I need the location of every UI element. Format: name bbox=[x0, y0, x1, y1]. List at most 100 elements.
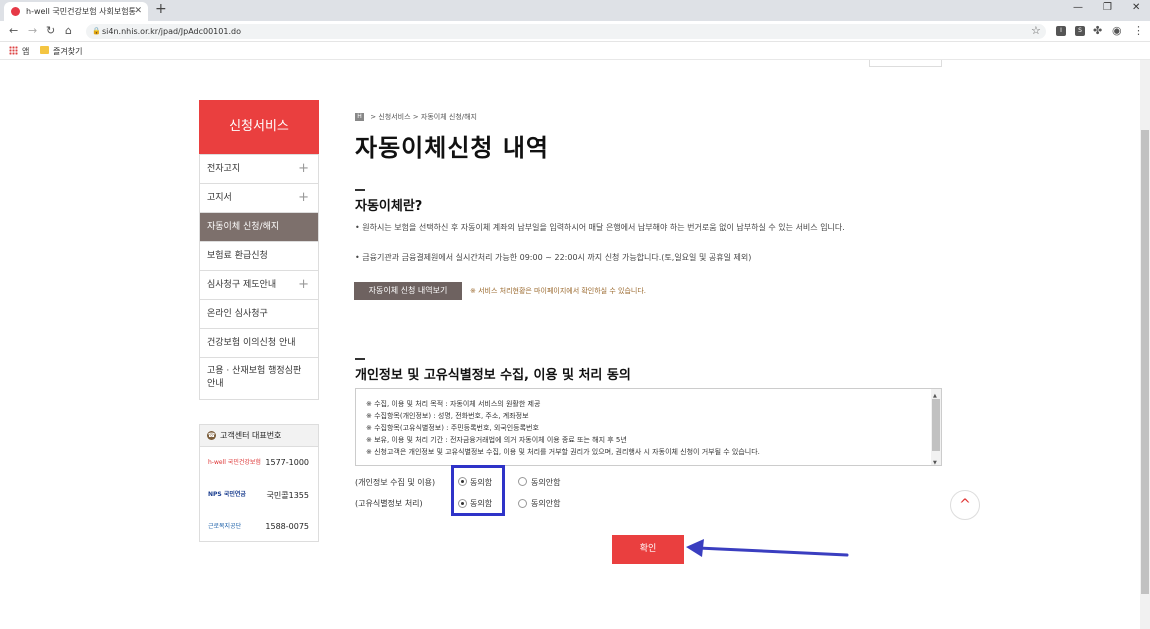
maximize-icon[interactable]: ❐ bbox=[1103, 2, 1112, 13]
bookmark-star-icon[interactable]: ☆ bbox=[1031, 24, 1041, 37]
scroll-top-button[interactable]: ^ bbox=[950, 490, 980, 520]
browser-tab-strip: h-well 국민건강보험 사회보험통 ✕ + — ❐ ✕ bbox=[0, 0, 1150, 21]
extension-s-icon[interactable]: S bbox=[1075, 26, 1085, 36]
back-icon[interactable]: ← bbox=[9, 24, 18, 37]
breadcrumb: H > 신청서비스 > 자동이체 신청/해지 bbox=[355, 112, 477, 122]
sidebar-header: 신청서비스 bbox=[199, 100, 319, 154]
bookmark-favorites[interactable]: 즐겨찾기 bbox=[53, 46, 82, 57]
comwel-logo: 근로복지공단 bbox=[208, 523, 242, 530]
consent-line: ※ 수집항목(개인정보) : 성명, 전화번호, 주소, 계좌정보 bbox=[366, 412, 529, 420]
page-scroll-thumb[interactable] bbox=[1141, 130, 1149, 594]
puzzle-icon[interactable]: ✤ bbox=[1093, 24, 1102, 37]
sidebar-item-admin-appeal[interactable]: 고용 · 산재보험 행정심판 안내 bbox=[200, 357, 318, 399]
breadcrumb-sep: > bbox=[412, 113, 419, 121]
customer-row-nps: NPS 국민연금 국민콜1355 bbox=[200, 479, 318, 511]
section-divider bbox=[355, 358, 365, 360]
consent-line: ※ 보유, 이용 및 처리 기간 : 전자금융거래법에 의거 자동이체 이용 종… bbox=[366, 436, 627, 444]
home-icon[interactable]: ⌂ bbox=[65, 24, 72, 37]
breadcrumb-item[interactable]: 자동이체 신청/해지 bbox=[421, 113, 477, 121]
menu-kebab-icon[interactable]: ⋮ bbox=[1133, 24, 1144, 37]
extension-i-icon[interactable]: I bbox=[1056, 26, 1066, 36]
sidebar-item-auto-transfer[interactable]: 자동이체 신청/해지 bbox=[200, 212, 318, 241]
customer-center-title: ☎ 고객센터 대표번호 bbox=[200, 425, 318, 447]
phone-number: 1588-0075 bbox=[265, 522, 309, 531]
radio-label[interactable]: 동의안함 bbox=[531, 477, 560, 488]
customer-center-box: ☎ 고객센터 대표번호 h-well 국민건강보험 1577-1000 NPS … bbox=[199, 424, 319, 542]
radio-label[interactable]: 동의안함 bbox=[531, 498, 560, 509]
consent-line: ※ 수집, 이용 및 처리 목적 : 자동이체 서비스의 원활한 제공 bbox=[366, 400, 541, 408]
consent-line: ※ 신청고객은 개인정보 및 고유식별정보 수집, 이용 및 처리를 거부할 권… bbox=[366, 448, 760, 456]
info-bullet: • 원하시는 보험을 선택하신 후 자동이체 계좌의 납부일을 입력하시어 매달… bbox=[355, 223, 845, 232]
customer-row-nhis: h-well 국민건강보험 1577-1000 bbox=[200, 447, 318, 479]
phone-number: 국민콜1355 bbox=[266, 491, 309, 500]
section-divider bbox=[355, 189, 365, 191]
url-input[interactable]: 🔒 si4n.nhis.or.kr/jpad/JpAdc00101.do bbox=[86, 24, 1046, 39]
plus-icon[interactable]: + bbox=[298, 184, 309, 212]
phone-icon: ☎ bbox=[207, 431, 216, 440]
page-viewport: 신청서비스 전자고지 + 고지서 + 자동이체 신청/해지 보험료 환급신청 심사청… bbox=[0, 60, 1140, 629]
service-note: ※ 서비스 처리현황은 마이페이지에서 확인하실 수 있습니다. bbox=[470, 287, 647, 295]
tab-title: h-well 국민건강보험 사회보험통 bbox=[26, 7, 136, 16]
sidebar-item-label: 고지서 bbox=[207, 193, 232, 203]
sidebar-item-label: 전자고지 bbox=[207, 164, 241, 174]
info-bullet: • 금융기관과 금융결제원에서 실시간처리 가능한 09:00 ~ 22:00시… bbox=[355, 253, 752, 262]
annotation-arrow-icon bbox=[686, 539, 849, 557]
nhis-logo: h-well 국민건강보험 bbox=[208, 459, 261, 466]
forward-icon[interactable]: → bbox=[28, 24, 37, 37]
bookmark-apps[interactable]: 앱 bbox=[22, 46, 29, 57]
scroll-down-icon[interactable]: ▼ bbox=[933, 457, 937, 465]
plus-icon[interactable]: + bbox=[298, 271, 309, 299]
highlight-box-annotation bbox=[451, 465, 505, 516]
sidebar-item-online-review[interactable]: 온라인 심사청구 bbox=[200, 299, 318, 328]
page-scrollbar[interactable] bbox=[1140, 60, 1150, 629]
sidebar-item-review-guide[interactable]: 심사청구 제도안내 + bbox=[200, 270, 318, 299]
consent-textarea[interactable]: ※ 수집, 이용 및 처리 목적 : 자동이체 서비스의 원활한 제공 ※ 수집… bbox=[355, 388, 942, 466]
tab-close-icon[interactable]: ✕ bbox=[134, 2, 142, 21]
profile-icon[interactable]: ◉ bbox=[1112, 24, 1122, 37]
home-icon[interactable]: H bbox=[355, 113, 364, 121]
breadcrumb-sep: > bbox=[370, 113, 377, 121]
consent-label-personal: (개인정보 수집 및 이용) bbox=[355, 478, 436, 487]
sidebar-item-refund[interactable]: 보험료 환급신청 bbox=[200, 241, 318, 270]
radio-unique-disagree[interactable] bbox=[518, 499, 527, 508]
minimize-icon[interactable]: — bbox=[1073, 2, 1083, 13]
sidebar-item-label: 건강보험 이의신청 안내 bbox=[207, 338, 296, 348]
plus-icon[interactable]: + bbox=[298, 155, 309, 183]
browser-tab[interactable]: h-well 국민건강보험 사회보험통 ✕ bbox=[4, 2, 148, 21]
header-remnant bbox=[869, 60, 942, 67]
section-title-consent: 개인정보 및 고유식별정보 수집, 이용 및 처리 동의 bbox=[355, 368, 631, 383]
breadcrumb-item[interactable]: 신청서비스 bbox=[378, 113, 410, 121]
bookmarks-bar: 앱 즐겨찾기 bbox=[0, 42, 1150, 60]
consent-line: ※ 수집항목(고유식별정보) : 주민등록번호, 외국인등록번호 bbox=[366, 424, 539, 432]
sidebar-item-e-notice[interactable]: 전자고지 + bbox=[200, 154, 318, 183]
apps-grid-icon[interactable] bbox=[9, 46, 18, 55]
view-history-button[interactable]: 자동이체 신청 내역보기 bbox=[354, 282, 462, 300]
url-text: si4n.nhis.or.kr/jpad/JpAdc00101.do bbox=[102, 27, 241, 36]
radio-personal-disagree[interactable] bbox=[518, 477, 527, 486]
site-favicon-icon bbox=[11, 7, 20, 16]
section-title-auto-transfer: 자동이체란? bbox=[355, 199, 423, 214]
sidebar-item-label: 자동이체 신청/해지 bbox=[207, 222, 280, 232]
consent-scrollbar[interactable]: ▲ ▼ bbox=[931, 389, 941, 465]
customer-row-comwel: 근로복지공단 1588-0075 bbox=[200, 511, 318, 543]
confirm-button[interactable]: 확인 bbox=[612, 535, 684, 564]
sidebar-item-objection[interactable]: 건강보험 이의신청 안내 bbox=[200, 328, 318, 357]
sidebar-item-label: 보험료 환급신청 bbox=[207, 251, 268, 261]
phone-number: 1577-1000 bbox=[265, 458, 309, 467]
new-tab-button[interactable]: + bbox=[155, 1, 167, 17]
sidebar-item-label: 고용 · 산재보험 행정심판 안내 bbox=[207, 366, 302, 389]
nps-logo: NPS 국민연금 bbox=[208, 491, 246, 498]
lock-icon: 🔒 bbox=[92, 27, 101, 35]
consent-scroll-thumb[interactable] bbox=[932, 399, 940, 451]
address-bar-row: ← → ↻ ⌂ 🔒 si4n.nhis.or.kr/jpad/JpAdc0010… bbox=[0, 21, 1150, 42]
consent-label-unique-id: (고유식별정보 처리) bbox=[355, 499, 423, 508]
sidebar-item-label: 심사청구 제도안내 bbox=[207, 280, 277, 290]
sidebar-menu: 전자고지 + 고지서 + 자동이체 신청/해지 보험료 환급신청 심사청구 제도안내… bbox=[199, 154, 319, 400]
customer-center-label: 고객센터 대표번호 bbox=[220, 431, 282, 440]
page-title: 자동이체신청 내역 bbox=[355, 134, 549, 162]
reload-icon[interactable]: ↻ bbox=[46, 24, 55, 37]
folder-icon bbox=[40, 46, 49, 54]
sidebar-item-label: 온라인 심사청구 bbox=[207, 309, 268, 319]
sidebar-item-bill[interactable]: 고지서 + bbox=[200, 183, 318, 212]
window-close-icon[interactable]: ✕ bbox=[1132, 2, 1140, 13]
